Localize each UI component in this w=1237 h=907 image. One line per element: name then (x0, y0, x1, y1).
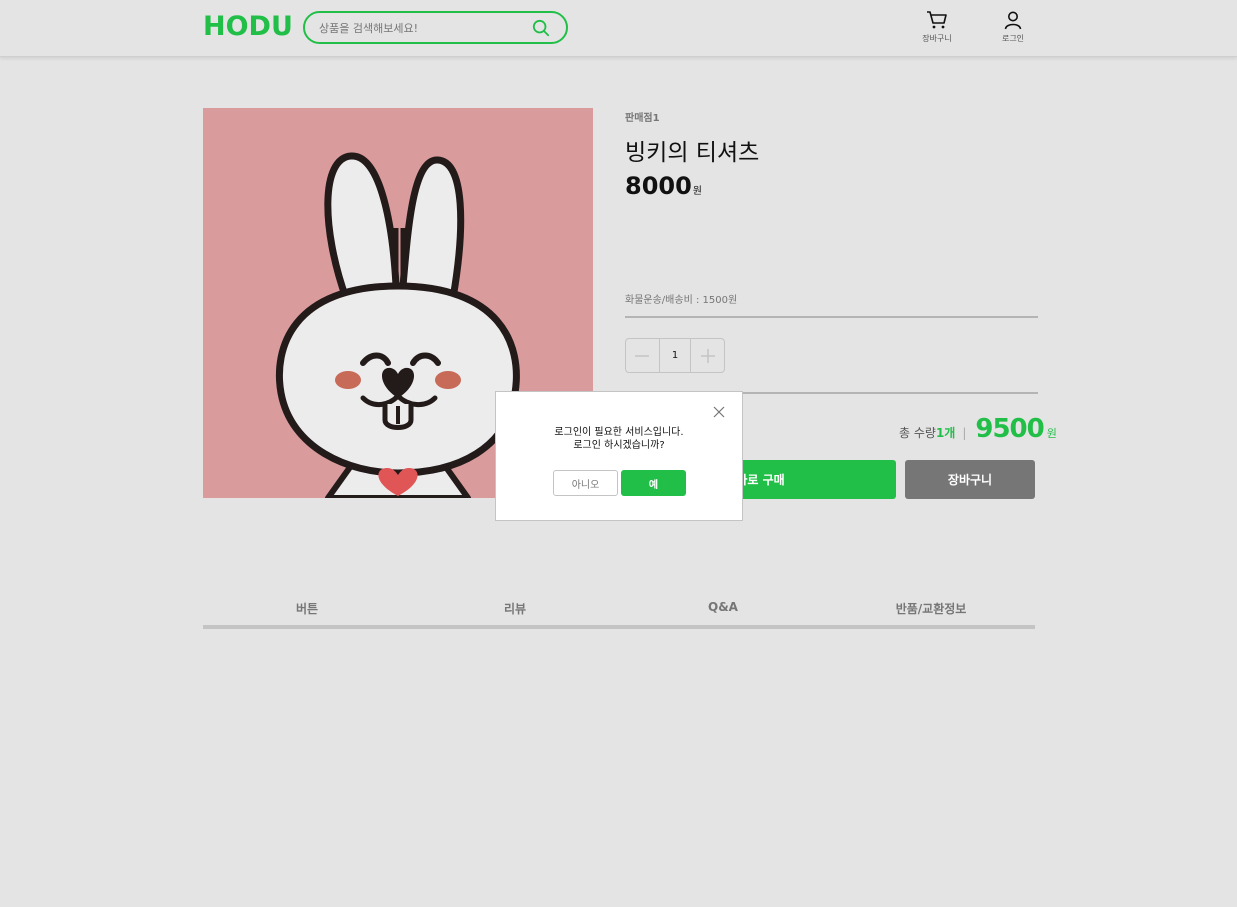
product-title: 빙키의 티셔츠 (625, 140, 760, 166)
tab-review[interactable]: 리뷰 (411, 596, 619, 625)
total-price-unit: 원 (1046, 427, 1057, 440)
tab-button[interactable]: 버튼 (203, 596, 411, 625)
close-icon[interactable] (713, 406, 725, 418)
modal-no-button[interactable]: 아니오 (553, 470, 618, 496)
modal-message-line2: 로그인 하시겠습니까? (573, 440, 665, 451)
site-header: HODU 장바구니 로그인 (0, 0, 1237, 57)
product-price: 8000원 (625, 172, 702, 200)
logo[interactable]: HODU (203, 13, 293, 41)
plus-icon (700, 348, 715, 363)
modal-message-line1: 로그인이 필요한 서비스입니다. (554, 427, 684, 438)
quantity-value: 1 (658, 339, 692, 372)
increase-quantity-button[interactable] (691, 339, 724, 372)
search-bar (303, 11, 568, 44)
total-quantity-value: 1개 (935, 426, 956, 440)
divider (625, 316, 1038, 318)
cart-header-label: 장바구니 (922, 34, 952, 43)
price-unit: 원 (692, 186, 702, 197)
seller-name: 판매점1 (625, 113, 660, 124)
login-required-modal: 로그인이 필요한 서비스입니다. 로그인 하시겠습니까? 아니오 예 (495, 391, 743, 521)
user-icon (1004, 11, 1022, 30)
modal-message: 로그인이 필요한 서비스입니다. 로그인 하시겠습니까? (496, 426, 742, 452)
shipping-info: 화물운송/배송비 : 1500원 (625, 295, 738, 306)
total-price: 9500 (975, 414, 1044, 444)
cart-icon (927, 11, 947, 29)
minus-icon (635, 354, 650, 357)
price-value: 8000 (625, 172, 692, 200)
product-detail-tabs: 버튼 리뷰 Q&A 반품/교환정보 (203, 596, 1035, 629)
cart-header-button[interactable]: 장바구니 (917, 10, 957, 48)
login-header-label: 로그인 (1001, 34, 1025, 43)
total-summary: 총 수량 1개 | 9500 원 (899, 414, 1057, 444)
total-separator: | (962, 426, 967, 440)
quantity-stepper: 1 (625, 338, 725, 373)
login-header-button[interactable]: 로그인 (993, 10, 1033, 48)
decrease-quantity-button[interactable] (626, 339, 659, 372)
add-to-cart-button[interactable]: 장바구니 (905, 460, 1035, 499)
modal-yes-button[interactable]: 예 (621, 470, 686, 496)
search-input[interactable] (319, 19, 519, 37)
search-icon[interactable] (532, 19, 550, 37)
tab-return-exchange[interactable]: 반품/교환정보 (827, 596, 1035, 625)
total-quantity-label: 총 수량 (899, 426, 936, 440)
tab-qna[interactable]: Q&A (619, 596, 827, 625)
